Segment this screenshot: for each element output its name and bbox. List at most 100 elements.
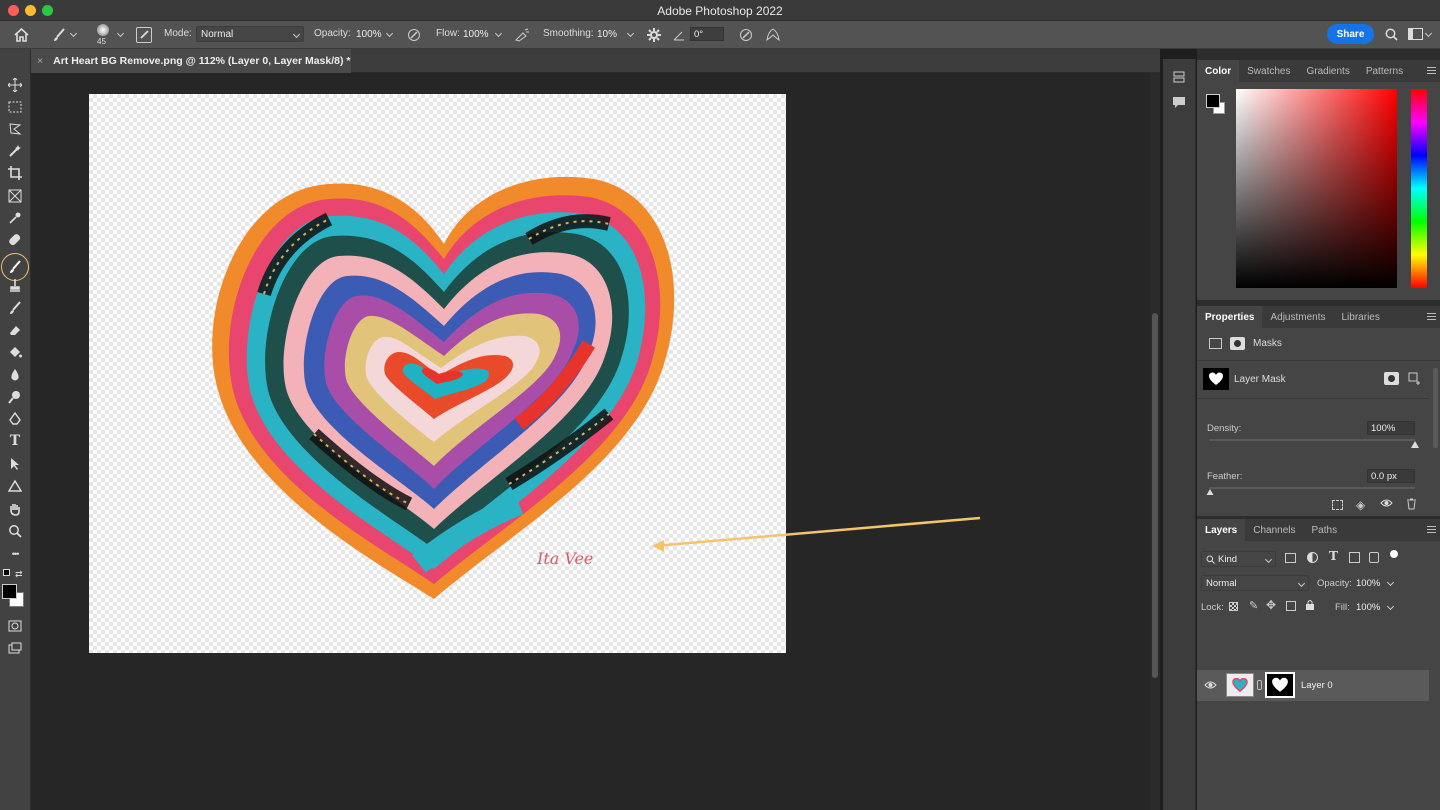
brush-size-chevron-icon[interactable] [116, 29, 125, 38]
workspace-icon[interactable] [1407, 27, 1423, 41]
opacity-field[interactable]: 100% [352, 26, 396, 42]
marquee-tool-icon[interactable] [4, 97, 26, 117]
brush-tip-icon[interactable] [97, 24, 109, 36]
edit-toolbar-icon[interactable]: ••• [4, 544, 26, 564]
brush-preset-icon[interactable] [49, 26, 69, 44]
layer-visibility-eye-icon[interactable] [1204, 680, 1217, 693]
comments-panel-icon[interactable] [1171, 94, 1187, 110]
layer-thumbnail[interactable] [1226, 673, 1254, 697]
select-pixel-mask-icon[interactable] [1384, 372, 1399, 385]
history-brush-tool-icon[interactable] [4, 298, 26, 318]
lock-position-icon[interactable]: ✥ [1266, 598, 1276, 612]
layers-panel-menu-icon[interactable] [1427, 526, 1436, 533]
home-icon[interactable] [12, 26, 30, 44]
tab-paths[interactable]: Paths [1304, 519, 1346, 541]
lock-transparent-icon[interactable] [1229, 602, 1238, 611]
workspace-chevron-icon[interactable] [1424, 29, 1433, 38]
type-tool-icon[interactable]: T [4, 431, 26, 451]
vertical-scrollbar[interactable] [1150, 73, 1160, 810]
tab-layers[interactable]: Layers [1197, 519, 1246, 541]
tab-channels[interactable]: Channels [1245, 519, 1303, 541]
eyedropper-tool-icon[interactable] [4, 208, 26, 228]
frame-tool-icon[interactable] [4, 186, 26, 206]
path-selection-tool-icon[interactable] [4, 454, 26, 474]
pressure-opacity-icon[interactable] [406, 27, 422, 43]
layer-mask-thumbnail-selected[interactable] [1265, 672, 1295, 698]
crop-tool-icon[interactable] [4, 163, 26, 183]
tab-properties[interactable]: Properties [1197, 306, 1263, 328]
smoothing-field[interactable]: 10% [593, 26, 637, 42]
tab-gradients[interactable]: Gradients [1298, 60, 1357, 82]
hand-tool-icon[interactable] [4, 499, 26, 519]
lasso-tool-icon[interactable] [4, 119, 26, 139]
share-button[interactable]: Share [1327, 24, 1374, 44]
magic-wand-tool-icon[interactable] [4, 141, 26, 161]
filter-pixel-icon[interactable] [1285, 553, 1296, 563]
tab-swatches[interactable]: Swatches [1239, 60, 1298, 82]
layer-filter-dropdown[interactable]: Kind [1201, 551, 1276, 567]
lock-image-icon[interactable]: ✎ [1249, 599, 1258, 612]
density-field[interactable]: 100% [1367, 421, 1415, 435]
fill-field[interactable]: 100% [1352, 599, 1397, 615]
pixel-mask-icon[interactable] [1209, 338, 1222, 349]
visibility-eye-icon[interactable] [1380, 498, 1393, 511]
paint-bucket-tool-icon[interactable] [4, 342, 26, 362]
density-slider[interactable] [1209, 439, 1415, 441]
feather-slider[interactable] [1209, 487, 1415, 489]
zoom-tool-icon[interactable] [4, 521, 26, 541]
add-vector-mask-icon[interactable] [1408, 372, 1422, 385]
filter-adjustment-icon[interactable] [1307, 552, 1318, 563]
eraser-tool-icon[interactable] [4, 320, 26, 340]
history-panel-icon[interactable] [1171, 69, 1187, 85]
dodge-tool-icon[interactable] [4, 387, 26, 407]
foreground-color-swatch[interactable] [2, 584, 17, 599]
filter-shape-icon[interactable] [1349, 552, 1360, 563]
pen-tool-icon[interactable] [4, 409, 26, 429]
layer-row[interactable]: Layer 0 [1197, 670, 1429, 701]
feather-field[interactable]: 0.0 px [1367, 469, 1415, 483]
layer-opacity-field[interactable]: 100% [1352, 575, 1397, 591]
mode-dropdown[interactable]: Normal [196, 26, 304, 42]
document-canvas[interactable]: Ita Vee [89, 94, 786, 653]
properties-scrollbar[interactable] [1433, 368, 1438, 448]
angle-field[interactable]: 0° [690, 27, 724, 41]
tab-color[interactable]: Color [1197, 60, 1240, 82]
vector-mask-icon[interactable] [1230, 337, 1245, 350]
blur-tool-icon[interactable] [4, 365, 26, 385]
hue-slider[interactable] [1411, 89, 1427, 288]
flow-field[interactable]: 100% [459, 26, 505, 42]
filter-type-icon[interactable]: T [1329, 549, 1338, 563]
clone-stamp-tool-icon[interactable] [4, 275, 26, 295]
filter-smart-object-icon[interactable] [1369, 552, 1379, 563]
tab-libraries[interactable]: Libraries [1334, 306, 1388, 328]
healing-brush-tool-icon[interactable] [4, 230, 26, 250]
document-tab[interactable]: × Art Heart BG Remove.png @ 112% (Layer … [31, 49, 351, 73]
color-field[interactable] [1236, 89, 1397, 288]
close-tab-icon[interactable]: × [37, 55, 43, 67]
mask-link-icon[interactable] [1257, 680, 1262, 690]
delete-mask-icon[interactable] [1406, 498, 1417, 513]
search-icon[interactable] [1383, 26, 1399, 42]
screen-mode-icon[interactable] [4, 638, 26, 658]
properties-panel-menu-icon[interactable] [1427, 313, 1436, 320]
symmetry-icon[interactable] [764, 26, 782, 44]
blend-mode-dropdown[interactable]: Normal [1201, 575, 1309, 591]
smoothing-options-gear-icon[interactable] [645, 26, 663, 44]
chevron-down-icon[interactable] [69, 29, 78, 38]
filter-toggle-icon[interactable] [1390, 550, 1398, 558]
load-selection-icon[interactable] [1332, 500, 1343, 510]
tab-patterns[interactable]: Patterns [1358, 60, 1411, 82]
layer-mask-thumbnail[interactable] [1203, 368, 1229, 390]
lock-all-icon[interactable] [1305, 599, 1315, 614]
shape-tool-icon[interactable] [4, 476, 26, 496]
vertical-scrollbar-thumb[interactable] [1152, 313, 1158, 678]
swap-colors-icon[interactable]: ⇄ [15, 569, 23, 580]
default-colors-icon[interactable] [3, 569, 10, 576]
density-slider-handle[interactable] [1411, 441, 1419, 448]
airbrush-icon[interactable] [513, 27, 531, 43]
move-tool-icon[interactable] [4, 75, 26, 95]
tab-adjustments[interactable]: Adjustments [1262, 306, 1333, 328]
foreground-color-chip[interactable] [1206, 94, 1220, 108]
lock-artboard-icon[interactable] [1286, 601, 1296, 611]
quick-mask-icon[interactable] [4, 616, 26, 636]
